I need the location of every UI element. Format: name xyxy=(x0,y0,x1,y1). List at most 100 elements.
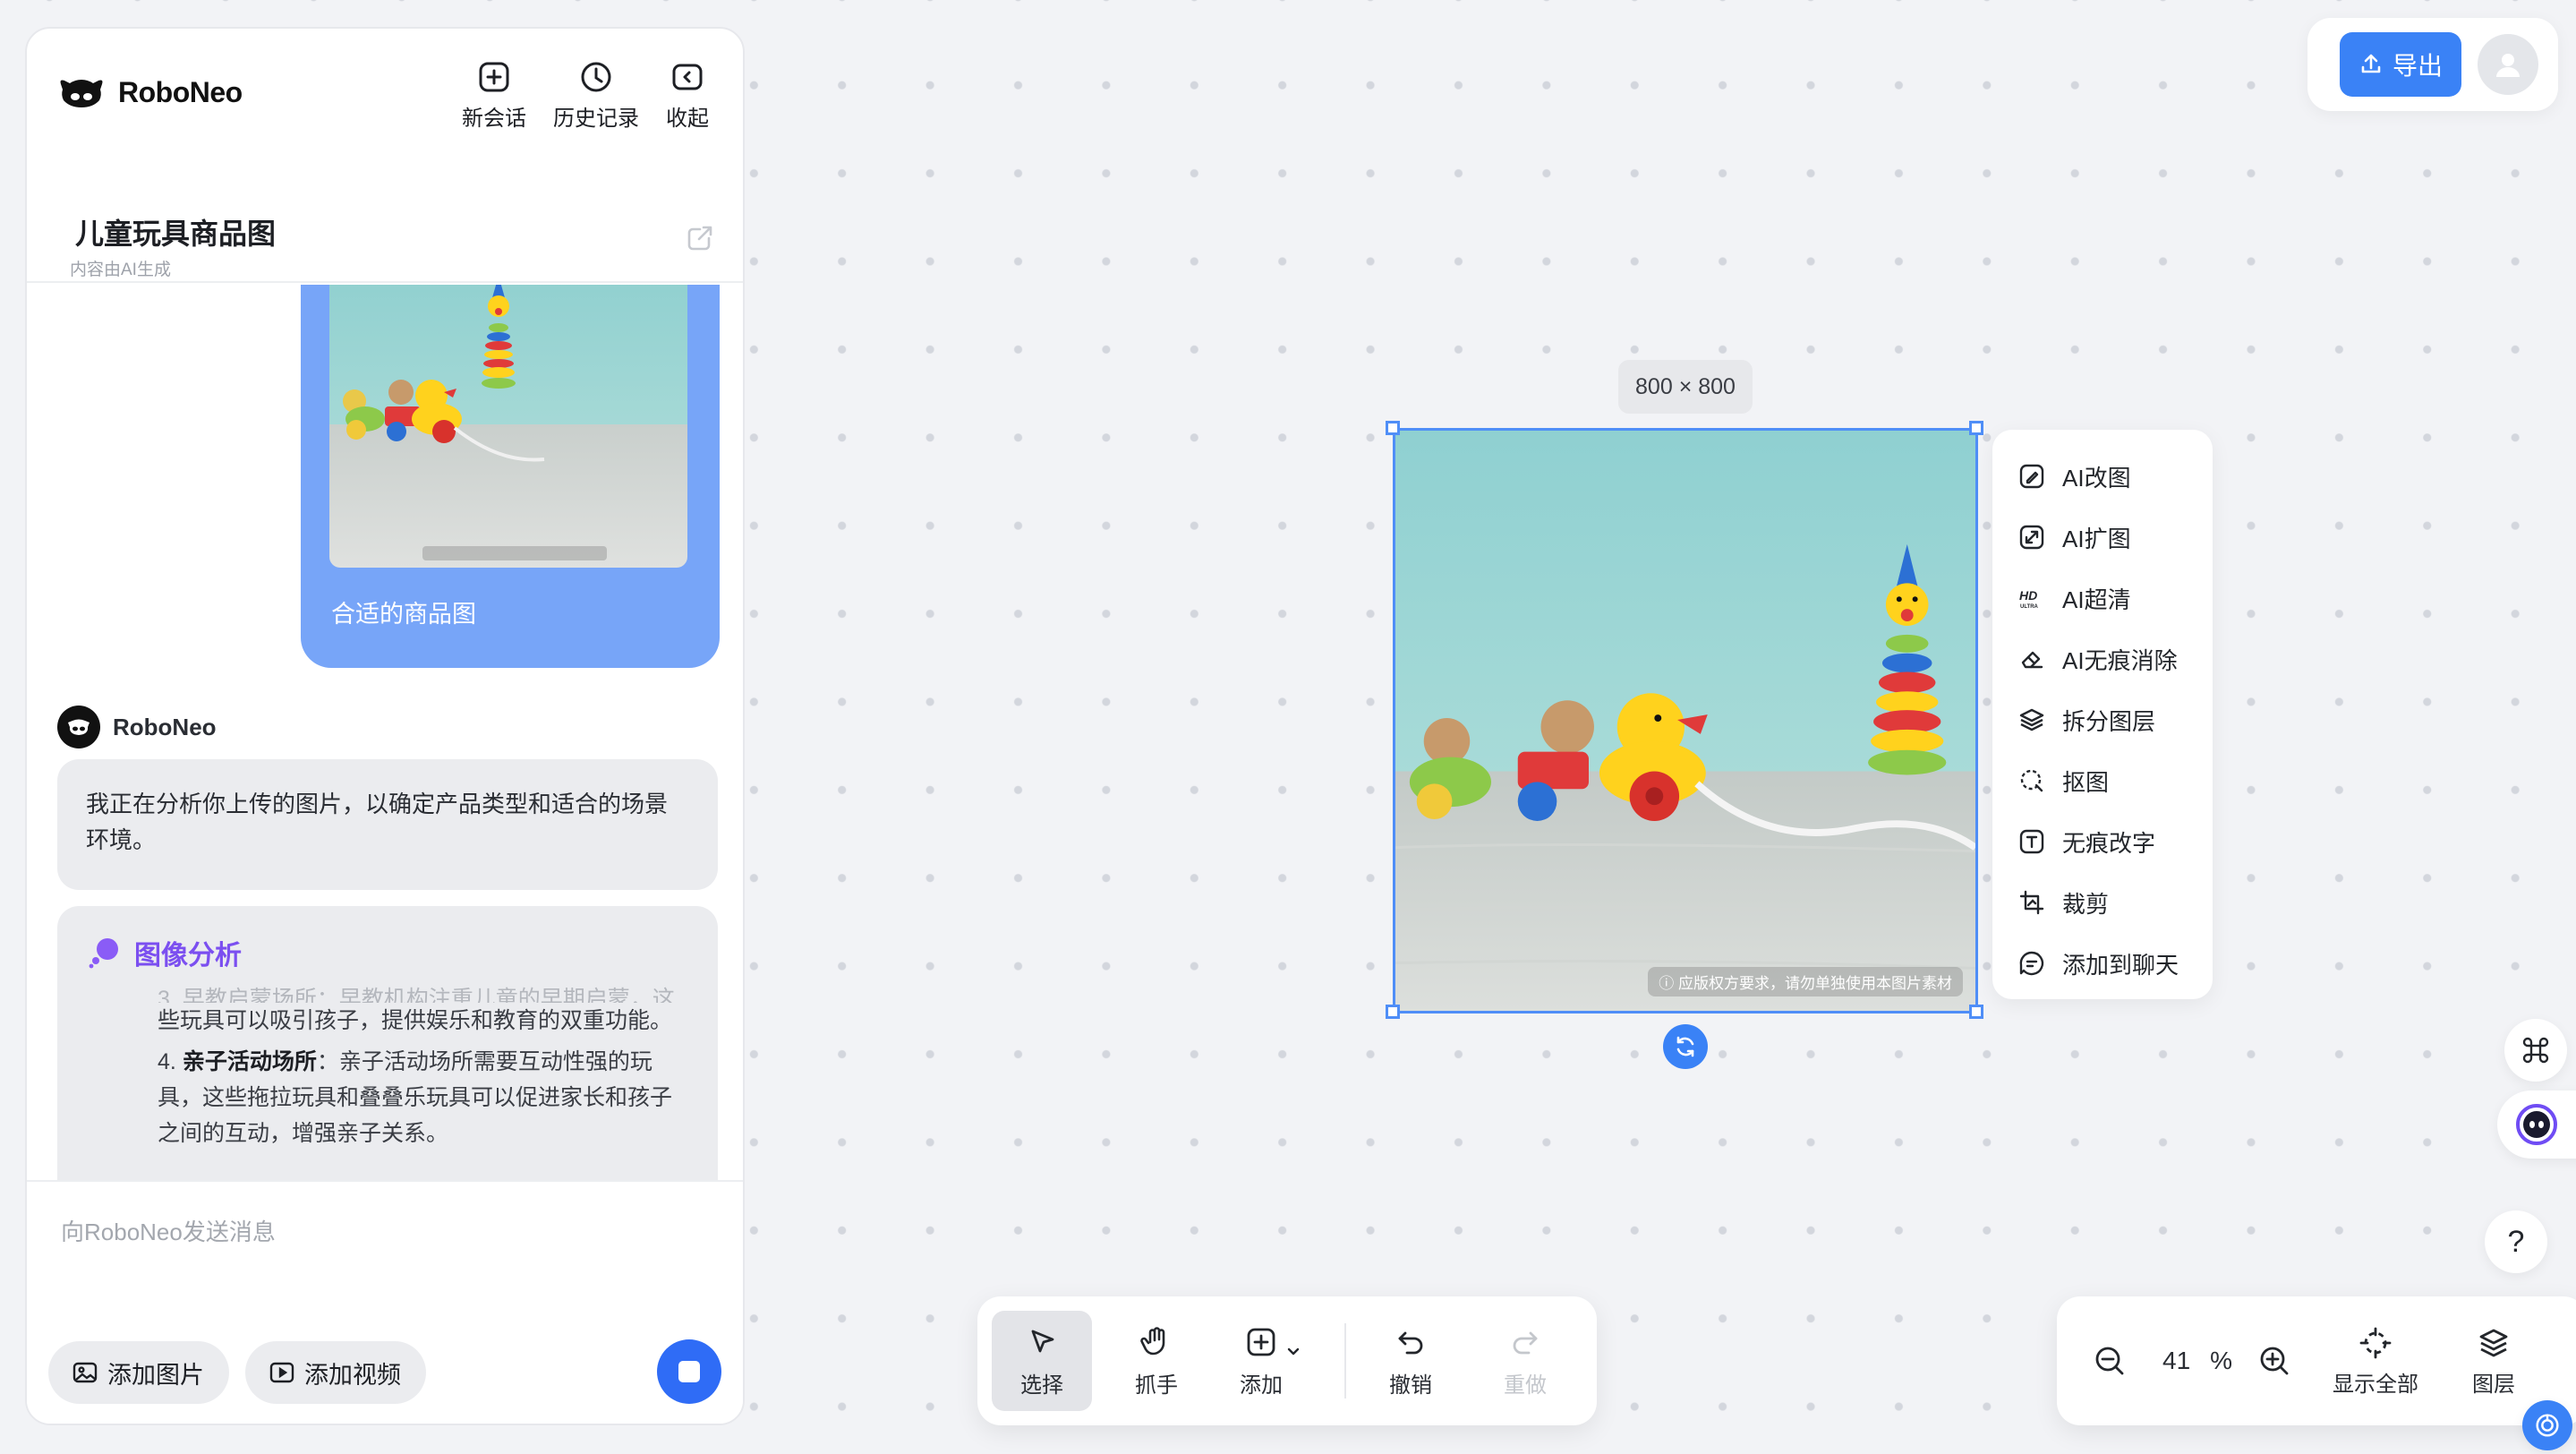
tool-split-layers[interactable]: 拆分图层 xyxy=(1992,689,2213,750)
new-chat-button[interactable]: 新会话 xyxy=(462,59,526,132)
user-avatar[interactable] xyxy=(2478,34,2538,95)
add-image-label: 添加图片 xyxy=(107,1361,204,1389)
message-composer: 向RoboNeo发送消息 添加图片 添加视频 xyxy=(27,1180,743,1424)
analysis-item-heading: 亲子活动场所 xyxy=(182,1049,317,1074)
chevron-down-icon xyxy=(1287,1347,1300,1355)
share-icon[interactable] xyxy=(684,222,716,254)
history-button[interactable]: 历史记录 xyxy=(553,59,639,132)
user-message-text: 合适的商品图 xyxy=(331,601,476,628)
hd-ultra-icon: HDULTRA xyxy=(2019,588,2039,610)
add-image-button[interactable]: 添加图片 xyxy=(48,1341,229,1404)
collapse-button[interactable]: 收起 xyxy=(666,59,709,132)
cursor-icon xyxy=(1031,1330,1054,1352)
resize-handle-top-right[interactable] xyxy=(1969,421,1983,435)
zoom-out-icon xyxy=(2095,1347,2124,1375)
collapse-label: 收起 xyxy=(666,107,709,131)
message-input[interactable]: 向RoboNeo发送消息 xyxy=(61,1214,276,1247)
redo-icon xyxy=(1513,1331,1538,1354)
eraser-icon xyxy=(2021,651,2043,669)
layers-label: 图层 xyxy=(2472,1372,2515,1397)
resize-handle-bottom-right[interactable] xyxy=(1969,1005,1983,1019)
zoom-out-button[interactable] xyxy=(2087,1296,2132,1425)
zoom-in-icon xyxy=(2260,1347,2289,1375)
apps-button[interactable] xyxy=(2504,1019,2567,1082)
analysis-header[interactable]: 图像分析 xyxy=(86,933,242,972)
spiral-icon xyxy=(2536,1414,2559,1437)
cutout-icon xyxy=(2020,769,2043,792)
tool-text-edit-label: 无痕改字 xyxy=(2062,829,2156,857)
svg-text:ULTRA: ULTRA xyxy=(2020,604,2039,610)
ai-edit-icon xyxy=(2019,464,2044,489)
tool-ai-edit[interactable]: AI改图 xyxy=(1992,446,2213,507)
fit-all-button[interactable]: 显示全部 xyxy=(2322,1296,2429,1425)
tool-crop-label: 裁剪 xyxy=(2062,890,2110,918)
add-video-button[interactable]: 添加视频 xyxy=(245,1341,426,1404)
zoom-unit: % xyxy=(2210,1347,2233,1374)
text-edit-icon xyxy=(2019,829,2044,854)
tool-split-layers-label: 拆分图层 xyxy=(2062,707,2156,735)
brand: RoboNeo xyxy=(57,75,243,109)
ai-generated-note: 内容由AI生成 xyxy=(70,261,171,279)
video-icon xyxy=(269,1362,294,1383)
resize-handle-bottom-left[interactable] xyxy=(1386,1005,1400,1019)
history-label: 历史记录 xyxy=(553,107,639,131)
conversation-title: 儿童玩具商品图 xyxy=(75,218,277,250)
analysis-line: 些玩具可以吸引孩子，提供娱乐和教育的双重功能。 xyxy=(158,1008,673,1033)
layers-button[interactable]: 图层 xyxy=(2449,1296,2538,1425)
tool-ai-erase[interactable]: AI无痕消除 xyxy=(1992,629,2213,689)
command-icon xyxy=(2522,1037,2549,1064)
add-video-label: 添加视频 xyxy=(304,1361,401,1389)
tool-crop[interactable]: 裁剪 xyxy=(1992,872,2213,933)
canvas-image[interactable]: ⓘ 应版权方要求，请勿单独使用本图片素材 xyxy=(1393,428,1978,1014)
thought-bubble-icon xyxy=(89,938,118,969)
redo-label: 重做 xyxy=(1504,1373,1547,1398)
roboneo-avatar-icon xyxy=(68,719,90,735)
stop-generating-button[interactable] xyxy=(657,1339,721,1404)
canvas-toolbar: 选择 抓手 添加 撤销 重做 xyxy=(977,1296,1597,1425)
svg-text:HD: HD xyxy=(2019,588,2037,603)
bot-header: RoboNeo xyxy=(57,706,217,748)
export-button[interactable]: 导出 xyxy=(2340,32,2461,97)
select-tool-button[interactable]: 选择 xyxy=(992,1311,1092,1411)
copyright-watermark: ⓘ 应版权方要求，请勿单独使用本图片素材 xyxy=(1648,967,1963,996)
ai-expand-icon xyxy=(2019,525,2044,550)
corner-assistant-button[interactable] xyxy=(2522,1400,2572,1450)
tool-ai-hd-label: AI超清 xyxy=(2062,586,2131,613)
analysis-item-number: 4. xyxy=(158,1049,176,1074)
tool-cutout-label: 抠图 xyxy=(2062,768,2110,796)
upload-icon xyxy=(2361,54,2381,73)
zoom-in-button[interactable] xyxy=(2252,1296,2297,1425)
message-list[interactable]: 合适的商品图 RoboNeo 我正在分析你上传的图片，以确定产品类型和适合的场景… xyxy=(27,285,743,1207)
assistant-tab[interactable] xyxy=(2497,1090,2576,1159)
conversation-title-row: 儿童玩具商品图 内容由AI生成 xyxy=(27,179,743,283)
redo-button[interactable]: 重做 xyxy=(1475,1311,1575,1411)
toolbar-divider xyxy=(1344,1323,1346,1398)
analysis-content: 3. 早教启蒙场所：早教机构注重儿童的早期启蒙，这 些玩具可以吸引孩子，提供娱乐… xyxy=(158,981,686,1151)
tool-ai-expand[interactable]: AI扩图 xyxy=(1992,507,2213,568)
fit-screen-icon xyxy=(2359,1327,2392,1358)
undo-label: 撤销 xyxy=(1389,1373,1432,1398)
export-label: 导出 xyxy=(2392,52,2443,80)
brand-name: RoboNeo xyxy=(118,75,243,108)
tool-cutout[interactable]: 抠图 xyxy=(1992,750,2213,811)
zoom-value: 41 xyxy=(2162,1347,2191,1374)
tool-text-edit[interactable]: 无痕改字 xyxy=(1992,811,2213,872)
refresh-icon xyxy=(1676,1036,1694,1057)
hand-tool-button[interactable]: 抓手 xyxy=(1106,1311,1207,1411)
user-uploaded-image[interactable] xyxy=(329,285,687,568)
tool-ai-hd[interactable]: HD ULTRA AI超清 xyxy=(1992,568,2213,629)
fit-all-label: 显示全部 xyxy=(2333,1372,2418,1397)
help-button[interactable]: ? xyxy=(2485,1210,2547,1273)
resize-handle-top-left[interactable] xyxy=(1386,421,1400,435)
regenerate-button[interactable] xyxy=(1663,1024,1708,1069)
layers-split-icon xyxy=(2019,708,2044,731)
tool-add-to-chat[interactable]: 添加到聊天 xyxy=(1992,933,2213,994)
select-label: 选择 xyxy=(1020,1373,1063,1398)
chat-header: RoboNeo 新会话 历史记录 收起 xyxy=(27,29,743,163)
composer-buttons: 添加图片 添加视频 xyxy=(48,1341,426,1404)
zoom-level[interactable]: 41 % xyxy=(2162,1296,2232,1425)
undo-button[interactable]: 撤销 xyxy=(1361,1311,1461,1411)
user-message-bubble: 合适的商品图 xyxy=(301,285,720,668)
add-tool-button[interactable]: 添加 xyxy=(1214,1311,1332,1411)
crop-icon xyxy=(2019,890,2044,915)
